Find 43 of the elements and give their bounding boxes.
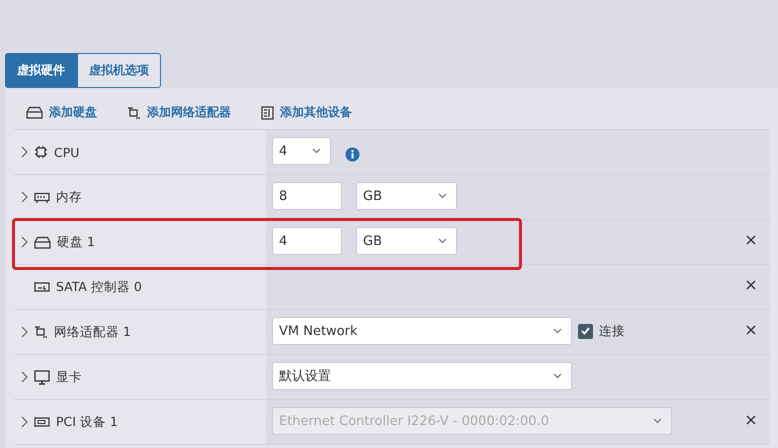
expand-chevron-icon[interactable] bbox=[20, 326, 30, 338]
controller-icon bbox=[34, 281, 50, 293]
network-adapter-icon bbox=[127, 106, 141, 120]
row-label: 显卡 bbox=[56, 368, 82, 386]
row-label: CPU bbox=[54, 144, 80, 160]
chevron-down-icon bbox=[553, 328, 562, 334]
chevron-down-icon bbox=[653, 418, 662, 424]
card-icon bbox=[34, 416, 50, 428]
dropdown[interactable]: GB bbox=[356, 227, 457, 255]
expand-chevron-icon[interactable] bbox=[20, 371, 30, 383]
network-adapter-icon bbox=[34, 325, 48, 339]
check-icon bbox=[581, 327, 590, 335]
monitor-icon bbox=[34, 370, 50, 384]
number-field[interactable]: 4 bbox=[272, 227, 342, 255]
row-label: SATA 控制器 0 bbox=[56, 278, 142, 296]
toolbar-button[interactable]: 添加网络适配器 bbox=[127, 104, 231, 121]
dropdown[interactable]: 默认设置 bbox=[272, 362, 572, 390]
expand-chevron-icon[interactable] bbox=[20, 416, 30, 428]
chip-icon bbox=[34, 145, 48, 159]
expand-chevron-icon[interactable] bbox=[20, 191, 30, 203]
dropdown[interactable]: VM Network bbox=[272, 317, 572, 345]
row-label: 网络适配器 1 bbox=[54, 324, 131, 340]
toolbar-button[interactable]: 添加硬盘 bbox=[26, 104, 97, 121]
number-field[interactable]: 8 bbox=[272, 182, 342, 210]
chevron-down-icon bbox=[438, 193, 447, 199]
chevron-down-icon bbox=[438, 238, 447, 244]
expand-chevron-icon[interactable] bbox=[20, 236, 30, 248]
chevron-down-icon bbox=[553, 373, 562, 379]
row-label: 硬盘 1 bbox=[57, 234, 95, 250]
dropdown[interactable]: GB bbox=[356, 182, 457, 210]
dropdown[interactable]: 4 bbox=[272, 137, 331, 165]
device-list-icon bbox=[261, 106, 274, 120]
toolbar-button[interactable]: 添加其他设备 bbox=[261, 104, 352, 121]
expand-chevron-icon[interactable] bbox=[20, 146, 30, 158]
row-label: PCI 设备 1 bbox=[56, 414, 118, 430]
chevron-down-icon bbox=[312, 148, 321, 154]
row-label: 内存 bbox=[56, 188, 82, 206]
checkbox[interactable] bbox=[578, 324, 593, 338]
info-icon[interactable] bbox=[345, 146, 360, 162]
tab[interactable]: 虚拟机选项 bbox=[77, 53, 161, 88]
checkbox-label: 连接 bbox=[599, 322, 625, 340]
memory-icon bbox=[34, 192, 50, 202]
tab[interactable]: 虚拟硬件 bbox=[5, 53, 77, 88]
